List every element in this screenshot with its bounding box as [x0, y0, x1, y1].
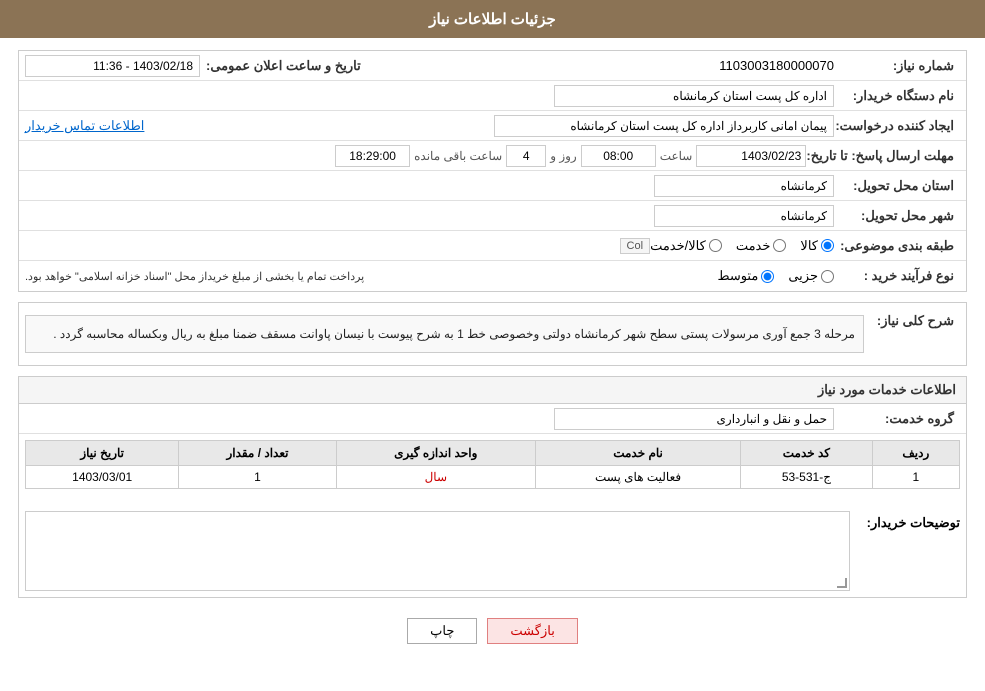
need-number-label: شماره نیاز: — [834, 58, 954, 74]
service-group-input[interactable] — [554, 408, 834, 430]
category-option-kala[interactable]: کالا — [800, 238, 834, 254]
description-label: شرح کلی نیاز: — [864, 309, 954, 329]
col-badge: Col — [620, 238, 651, 254]
process-jozi-label: جزیی — [788, 268, 818, 284]
services-table-container: ردیف کد خدمت نام خدمت واحد اندازه گیری ت… — [19, 434, 966, 495]
category-label: طبقه بندی موضوعی: — [834, 238, 954, 254]
row-response-deadline: مهلت ارسال پاسخ: تا تاریخ: ساعت روز و سا… — [19, 141, 966, 171]
description-section: شرح کلی نیاز: مرحله 3 جمع آوری مرسولات پ… — [18, 302, 967, 366]
row-category: طبقه بندی موضوعی: کالا خدمت کالا/خدمت — [19, 231, 966, 261]
print-button[interactable]: چاپ — [407, 618, 477, 644]
process-note: پرداخت تمام یا بخشی از مبلغ خریداز محل "… — [25, 270, 364, 283]
col-header-quantity: تعداد / مقدار — [179, 441, 336, 466]
buttons-row: بازگشت چاپ — [18, 608, 967, 658]
response-days-label: روز و — [550, 149, 577, 163]
announcement-datetime-input[interactable] — [25, 55, 200, 77]
page-header: جزئیات اطلاعات نیاز — [0, 0, 985, 38]
contact-link[interactable]: اطلاعات تماس خریدار — [25, 118, 144, 134]
remarks-box — [25, 511, 850, 591]
table-header-row: ردیف کد خدمت نام خدمت واحد اندازه گیری ت… — [26, 441, 960, 466]
process-radio-jozi[interactable] — [821, 270, 834, 283]
services-table: ردیف کد خدمت نام خدمت واحد اندازه گیری ت… — [25, 440, 960, 489]
row-delivery-province: استان محل تحویل: — [19, 171, 966, 201]
response-deadline-label: مهلت ارسال پاسخ: تا تاریخ: — [806, 148, 954, 164]
back-button[interactable]: بازگشت — [487, 618, 577, 644]
delivery-city-label: شهر محل تحویل: — [834, 208, 954, 224]
process-motavas-label: متوسط — [717, 268, 758, 284]
cell-unit: سال — [336, 466, 535, 489]
category-kala-khedmat-label: کالا/خدمت — [650, 238, 706, 254]
delivery-province-input[interactable] — [654, 175, 834, 197]
row-process-type: نوع فرآیند خرید : جزیی متوسط پرداخت تمام… — [19, 261, 966, 291]
page-title: جزئیات اطلاعات نیاز — [429, 11, 556, 28]
process-radio-motavas[interactable] — [761, 270, 774, 283]
cell-service-code: ج-531-53 — [741, 466, 873, 489]
description-text: مرحله 3 جمع آوری مرسولات پستی سطح شهر کر… — [53, 327, 855, 341]
category-khedmat-label: خدمت — [736, 238, 771, 254]
services-section-title: اطلاعات خدمات مورد نیاز — [19, 377, 966, 404]
description-box: مرحله 3 جمع آوری مرسولات پستی سطح شهر کر… — [25, 315, 864, 353]
row-buyer-org: نام دستگاه خریدار: — [19, 81, 966, 111]
category-option-kala-khedmat[interactable]: کالا/خدمت — [650, 238, 722, 254]
row-need-number: شماره نیاز: 1103003180000070 تاریخ و ساع… — [19, 51, 966, 81]
remarks-row: توضیحات خریدار: — [19, 505, 966, 597]
buyer-org-label: نام دستگاه خریدار: — [834, 88, 954, 104]
row-delivery-city: شهر محل تحویل: — [19, 201, 966, 231]
process-option-motavas[interactable]: متوسط — [717, 268, 774, 284]
response-days-input[interactable] — [506, 145, 546, 167]
service-group-label: گروه خدمت: — [834, 411, 954, 427]
creator-input[interactable] — [494, 115, 834, 137]
creator-label: ایجاد کننده درخواست: — [834, 118, 954, 134]
main-form: شماره نیاز: 1103003180000070 تاریخ و ساع… — [18, 50, 967, 292]
category-kala-label: کالا — [800, 238, 818, 254]
col-header-need-date: تاریخ نیاز — [26, 441, 179, 466]
category-radio-kala[interactable] — [821, 239, 834, 252]
category-option-khedmat[interactable]: خدمت — [736, 238, 787, 254]
process-radio-group: جزیی متوسط — [717, 268, 834, 284]
services-section: اطلاعات خدمات مورد نیاز گروه خدمت: ردیف … — [18, 376, 967, 598]
remarks-label: توضیحات خریدار: — [850, 511, 960, 531]
cell-service-name: فعالیت های پست — [535, 466, 740, 489]
category-radio-group: کالا خدمت کالا/خدمت — [650, 238, 834, 254]
process-type-label: نوع فرآیند خرید : — [834, 268, 954, 284]
response-time-input[interactable] — [581, 145, 656, 167]
buyer-org-input[interactable] — [554, 85, 834, 107]
need-number-value: 1103003180000070 — [719, 58, 834, 73]
col-header-unit: واحد اندازه گیری — [336, 441, 535, 466]
col-header-row-num: ردیف — [872, 441, 959, 466]
row-creator: ایجاد کننده درخواست: اطلاعات تماس خریدار — [19, 111, 966, 141]
description-row: شرح کلی نیاز: مرحله 3 جمع آوری مرسولات پ… — [19, 303, 966, 365]
response-remaining-input[interactable] — [335, 145, 410, 167]
delivery-city-input[interactable] — [654, 205, 834, 227]
response-date-input[interactable] — [696, 145, 806, 167]
col-header-service-name: نام خدمت — [535, 441, 740, 466]
process-option-jozi[interactable]: جزیی — [788, 268, 834, 284]
cell-need-date: 1403/03/01 — [26, 466, 179, 489]
col-header-service-code: کد خدمت — [741, 441, 873, 466]
cell-quantity: 1 — [179, 466, 336, 489]
table-row: 1 ج-531-53 فعالیت های پست سال 1 1403/03/… — [26, 466, 960, 489]
cell-row-num: 1 — [872, 466, 959, 489]
announcement-label: تاریخ و ساعت اعلان عمومی: — [206, 58, 361, 74]
resize-handle[interactable] — [837, 578, 847, 588]
category-radio-kala-khedmat[interactable] — [709, 239, 722, 252]
response-hours-label: ساعت باقی مانده — [414, 149, 502, 163]
row-service-group: گروه خدمت: — [19, 404, 966, 434]
delivery-province-label: استان محل تحویل: — [834, 178, 954, 194]
category-radio-khedmat[interactable] — [773, 239, 786, 252]
response-time-label: ساعت — [660, 149, 693, 163]
